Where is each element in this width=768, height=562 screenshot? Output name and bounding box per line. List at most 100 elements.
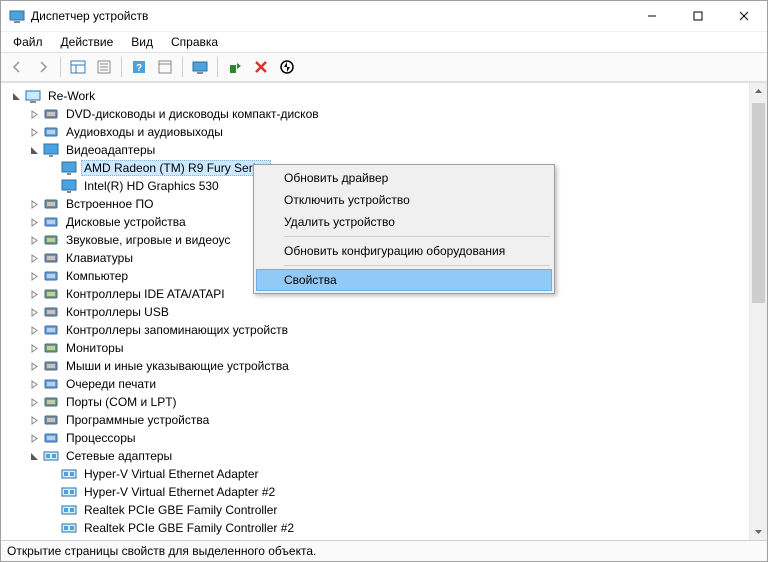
- tree-node[interactable]: Процессоры: [5, 429, 749, 447]
- tree-node[interactable]: Hyper-V Virtual Ethernet Adapter #2: [5, 483, 749, 501]
- expand-icon[interactable]: [27, 341, 41, 355]
- expand-icon[interactable]: [27, 269, 41, 283]
- tree-node[interactable]: Очереди печати: [5, 375, 749, 393]
- tree-node-label: Hyper-V Virtual Ethernet Adapter: [81, 466, 262, 482]
- scan-hardware-button[interactable]: [188, 55, 212, 79]
- collapse-icon[interactable]: [9, 89, 23, 103]
- tree-node[interactable]: DVD-дисководы и дисководы компакт-дисков: [5, 105, 749, 123]
- expand-icon[interactable]: [27, 125, 41, 139]
- expander-spacer: [45, 161, 59, 175]
- device-icon: [43, 196, 59, 212]
- tree-node[interactable]: Порты (COM и LPT): [5, 393, 749, 411]
- tree-node[interactable]: Realtek PCIe GBE Family Controller: [5, 501, 749, 519]
- context-menu-item[interactable]: Свойства: [256, 269, 552, 291]
- tree-node-label: Контроллеры IDE ATA/ATAPI: [63, 286, 228, 302]
- tree-node[interactable]: Сетевые адаптеры: [5, 447, 749, 465]
- tree-node[interactable]: Аудиовходы и аудиовыходы: [5, 123, 749, 141]
- menu-help[interactable]: Справка: [163, 33, 226, 51]
- collapse-icon[interactable]: [27, 143, 41, 157]
- statusbar: Открытие страницы свойств для выделенног…: [1, 540, 767, 561]
- update-driver-button[interactable]: [223, 55, 247, 79]
- menu-view[interactable]: Вид: [123, 33, 161, 51]
- expand-icon[interactable]: [27, 215, 41, 229]
- tree-node[interactable]: Контроллеры USB: [5, 303, 749, 321]
- tree-node[interactable]: Re-Work: [5, 87, 749, 105]
- tree-node[interactable]: Видеоадаптеры: [5, 141, 749, 159]
- tree-node[interactable]: Мыши и иные указывающие устройства: [5, 357, 749, 375]
- tree-node-label: Hyper-V Virtual Ethernet Adapter #2: [81, 484, 278, 500]
- expand-icon[interactable]: [27, 377, 41, 391]
- tree-node[interactable]: VirtualBox Host-Only Ethernet Adapter: [5, 537, 749, 540]
- tree-node-label: Мыши и иные указывающие устройства: [63, 358, 292, 374]
- tree-node[interactable]: Hyper-V Virtual Ethernet Adapter: [5, 465, 749, 483]
- device-icon: [43, 430, 59, 446]
- toolbar: ?: [1, 52, 767, 82]
- device-icon: [43, 124, 59, 140]
- close-button[interactable]: [721, 1, 767, 31]
- toolbar-separator: [182, 57, 183, 77]
- toolbar-separator: [121, 57, 122, 77]
- app-icon: [9, 8, 25, 24]
- vertical-scrollbar[interactable]: [749, 83, 767, 540]
- expand-icon[interactable]: [27, 395, 41, 409]
- tree-node-label: Intel(R) HD Graphics 530: [81, 178, 222, 194]
- expand-icon[interactable]: [27, 413, 41, 427]
- tree-node-label: AMD Radeon (TM) R9 Fury Series: [81, 160, 271, 176]
- expand-icon[interactable]: [27, 251, 41, 265]
- device-icon: [61, 520, 77, 536]
- expander-spacer: [45, 467, 59, 481]
- device-icon: [43, 358, 59, 374]
- action-button[interactable]: [153, 55, 177, 79]
- tree-node-label: Звуковые, игровые и видеоус: [63, 232, 233, 248]
- device-icon: [43, 106, 59, 122]
- show-hide-console-button[interactable]: [66, 55, 90, 79]
- context-menu-separator: [284, 236, 550, 237]
- menu-file[interactable]: Файл: [5, 33, 51, 51]
- expand-icon[interactable]: [27, 323, 41, 337]
- menu-action[interactable]: Действие: [53, 33, 122, 51]
- titlebar[interactable]: Диспетчер устройств: [1, 1, 767, 31]
- context-menu-item[interactable]: Отключить устройство: [256, 189, 552, 211]
- context-menu-item[interactable]: Обновить драйвер: [256, 167, 552, 189]
- scrollbar-thumb[interactable]: [752, 103, 765, 303]
- tree-node-label: Сетевые адаптеры: [63, 448, 175, 464]
- toolbar-separator: [60, 57, 61, 77]
- device-icon: [61, 178, 77, 194]
- device-tree[interactable]: Re-WorkDVD-дисководы и дисководы компакт…: [1, 83, 749, 540]
- maximize-button[interactable]: [675, 1, 721, 31]
- tree-node-label: Аудиовходы и аудиовыходы: [63, 124, 226, 140]
- disable-button[interactable]: [275, 55, 299, 79]
- help-button[interactable]: ?: [127, 55, 151, 79]
- expand-icon[interactable]: [27, 305, 41, 319]
- tree-node-label: Встроенное ПО: [63, 196, 156, 212]
- status-text: Открытие страницы свойств для выделенног…: [7, 544, 316, 558]
- scroll-down-button[interactable]: [750, 523, 767, 540]
- tree-node[interactable]: Программные устройства: [5, 411, 749, 429]
- expand-icon[interactable]: [27, 197, 41, 211]
- tree-node-label: Realtek PCIe GBE Family Controller #2: [81, 520, 297, 536]
- minimize-button[interactable]: [629, 1, 675, 31]
- properties-button[interactable]: [92, 55, 116, 79]
- context-menu-item[interactable]: Удалить устройство: [256, 211, 552, 233]
- forward-button[interactable]: [31, 55, 55, 79]
- device-icon: [43, 394, 59, 410]
- expand-icon[interactable]: [27, 233, 41, 247]
- scroll-up-button[interactable]: [750, 83, 767, 100]
- collapse-icon[interactable]: [27, 449, 41, 463]
- context-menu-item[interactable]: Обновить конфигурацию оборудования: [256, 240, 552, 262]
- tree-node-label: DVD-дисководы и дисководы компакт-дисков: [63, 106, 322, 122]
- tree-node-label: Контроллеры запоминающих устройств: [63, 322, 291, 338]
- device-icon: [43, 376, 59, 392]
- tree-node[interactable]: Realtek PCIe GBE Family Controller #2: [5, 519, 749, 537]
- tree-node-label: Контроллеры USB: [63, 304, 172, 320]
- device-icon: [43, 448, 59, 464]
- back-button[interactable]: [5, 55, 29, 79]
- uninstall-button[interactable]: [249, 55, 273, 79]
- expand-icon[interactable]: [27, 107, 41, 121]
- expand-icon[interactable]: [27, 287, 41, 301]
- tree-node[interactable]: Мониторы: [5, 339, 749, 357]
- tree-node[interactable]: Контроллеры запоминающих устройств: [5, 321, 749, 339]
- expand-icon[interactable]: [27, 431, 41, 445]
- device-icon: [61, 160, 77, 176]
- expand-icon[interactable]: [27, 359, 41, 373]
